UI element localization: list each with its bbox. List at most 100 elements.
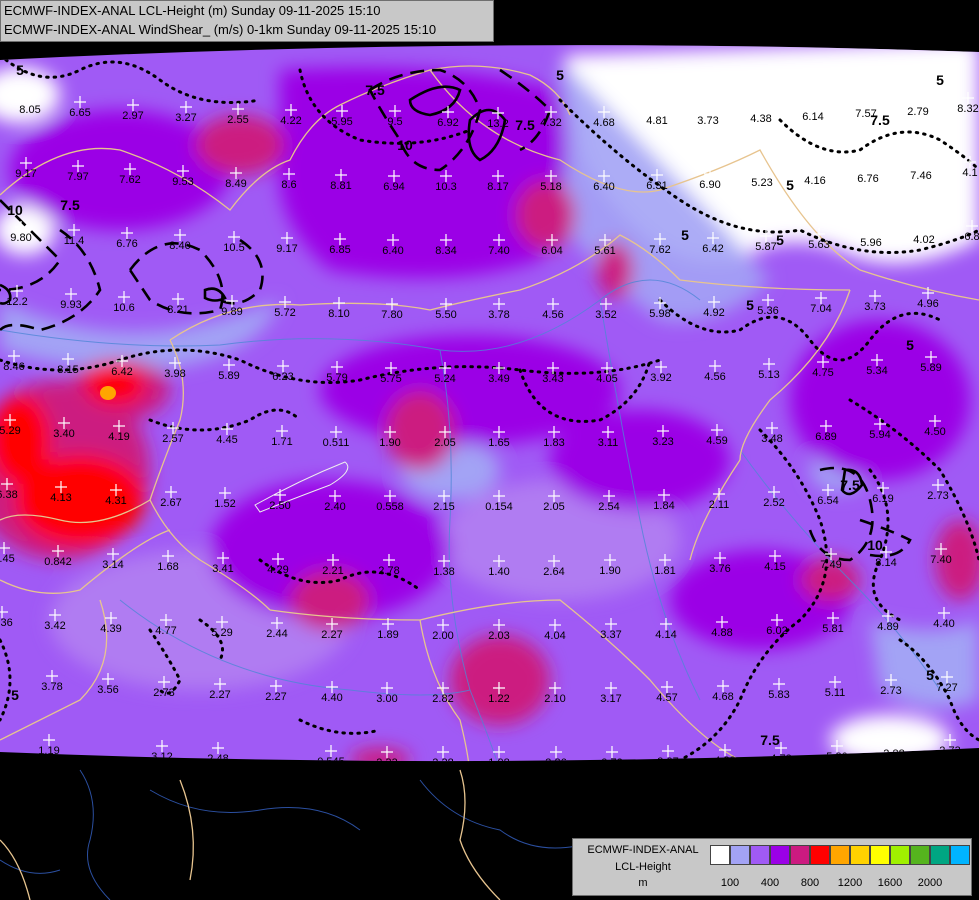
contour-label: 7.5 bbox=[515, 117, 535, 133]
value-label: 3.41 bbox=[212, 563, 233, 575]
value-label: 0.511 bbox=[323, 437, 350, 449]
value-label: 2.50 bbox=[269, 500, 290, 512]
value-label: 3.17 bbox=[600, 693, 621, 705]
value-label: 4.31 bbox=[105, 495, 126, 507]
value-label: 4.75 bbox=[812, 367, 833, 379]
value-label: 4.16 bbox=[804, 175, 825, 187]
value-label: 4.45 bbox=[216, 434, 237, 446]
value-label: 9.17 bbox=[276, 243, 297, 255]
legend-swatch bbox=[890, 845, 910, 865]
legend-swatch bbox=[750, 845, 770, 865]
value-label: 8.36 bbox=[0, 617, 13, 629]
legend-title: ECMWF-INDEX-ANAL bbox=[587, 844, 699, 856]
value-label: 4.19 bbox=[108, 431, 129, 443]
legend-tick: 800 bbox=[800, 877, 820, 889]
value-label: 3.98 bbox=[164, 368, 185, 380]
value-label: 6.85 bbox=[329, 244, 350, 256]
contour-label: 5 bbox=[556, 67, 564, 83]
value-label: 1.38 bbox=[433, 566, 454, 578]
value-label: 1.68 bbox=[157, 561, 178, 573]
value-label: 2.67 bbox=[160, 497, 181, 509]
value-label: 6.38 bbox=[0, 489, 18, 501]
value-label: 3.56 bbox=[97, 684, 118, 696]
value-label: 4.04 bbox=[544, 630, 565, 642]
legend-swatch bbox=[770, 845, 790, 865]
legend-unit: m bbox=[638, 877, 648, 889]
value-label: 9.93 bbox=[60, 299, 81, 311]
legend-swatch bbox=[810, 845, 830, 865]
contour-label: 7.5 bbox=[60, 197, 80, 213]
value-label: 5.50 bbox=[435, 309, 456, 321]
value-label: 2.82 bbox=[432, 693, 453, 705]
value-label: 4.56 bbox=[542, 309, 563, 321]
value-label: 5.75 bbox=[380, 373, 401, 385]
contour-label: 7.5 bbox=[840, 477, 860, 493]
value-label: 5.94 bbox=[869, 429, 890, 441]
value-label: 1.84 bbox=[653, 500, 674, 512]
value-label: 5.36 bbox=[757, 305, 778, 317]
value-label: 6.40 bbox=[382, 245, 403, 257]
value-label: 5.89 bbox=[218, 370, 239, 382]
value-label: 7.40 bbox=[930, 554, 951, 566]
value-label: 7.97 bbox=[67, 171, 88, 183]
value-label: 1.71 bbox=[271, 436, 292, 448]
value-label: 2.57 bbox=[162, 433, 183, 445]
contour-label: 7.5 bbox=[760, 732, 780, 748]
value-label: 8.34 bbox=[435, 245, 456, 257]
legend-subtitle: LCL-Height bbox=[615, 861, 671, 873]
value-label: 5.24 bbox=[434, 373, 455, 385]
value-label: 6.92 bbox=[437, 117, 458, 129]
value-label: 6.40 bbox=[593, 181, 614, 193]
value-label: 5.63 bbox=[808, 239, 829, 251]
value-label: 2.54 bbox=[598, 501, 619, 513]
value-label: 5.29 bbox=[0, 425, 21, 437]
value-label: 3.42 bbox=[44, 620, 65, 632]
value-label: 1.65 bbox=[488, 437, 509, 449]
value-label: 2.73 bbox=[153, 687, 174, 699]
value-label: 8.14 bbox=[875, 557, 896, 569]
value-label: 6.45 bbox=[0, 553, 15, 565]
value-label: 4.39 bbox=[100, 623, 121, 635]
value-label: 4.59 bbox=[706, 435, 727, 447]
legend-tick: 400 bbox=[760, 877, 780, 889]
value-label: 3.37 bbox=[600, 629, 621, 641]
value-label: 3.00 bbox=[376, 693, 397, 705]
value-label: 3.76 bbox=[709, 563, 730, 575]
value-label: 4.92 bbox=[703, 307, 724, 319]
value-label: 2.44 bbox=[266, 628, 287, 640]
value-label: 4.14 bbox=[655, 629, 676, 641]
contour-label: 5 bbox=[16, 62, 24, 78]
value-label: 5.98 bbox=[649, 308, 670, 320]
value-label: 6.19 bbox=[872, 493, 893, 505]
value-label: 2.64 bbox=[543, 566, 564, 578]
value-label: 3.48 bbox=[761, 433, 782, 445]
value-label: 5.81 bbox=[822, 623, 843, 635]
contour-label: 5 bbox=[11, 687, 19, 703]
legend-swatch bbox=[830, 845, 850, 865]
value-label: 5.34 bbox=[866, 365, 887, 377]
legend-swatch bbox=[850, 845, 870, 865]
value-label: 4.13 bbox=[50, 492, 71, 504]
value-label: 4.68 bbox=[593, 117, 614, 129]
value-label: 7.80 bbox=[381, 309, 402, 321]
value-label: 7.04 bbox=[810, 303, 831, 315]
value-label: 8.46 bbox=[3, 361, 24, 373]
value-label: 7.49 bbox=[820, 559, 841, 571]
value-label: 0.558 bbox=[376, 501, 404, 513]
value-label: 4.40 bbox=[321, 692, 342, 704]
value-label: 5.72 bbox=[274, 307, 295, 319]
value-label: 3.78 bbox=[488, 309, 509, 321]
value-label: 4.02 bbox=[913, 234, 934, 246]
value-label: 6.65 bbox=[69, 107, 90, 119]
contour-label: 5 bbox=[906, 337, 914, 353]
value-label: 6.54 bbox=[817, 495, 838, 507]
value-label: 2.00 bbox=[432, 630, 453, 642]
value-label: 3.43 bbox=[542, 373, 563, 385]
value-label: 4.57 bbox=[656, 692, 677, 704]
value-label: 6.8 bbox=[964, 231, 979, 243]
value-label: 6.23 bbox=[272, 371, 293, 383]
value-label: 1.81 bbox=[654, 565, 675, 577]
value-label: 2.79 bbox=[907, 106, 928, 118]
value-label: 1.40 bbox=[488, 566, 509, 578]
value-label: 3.52 bbox=[595, 309, 616, 321]
